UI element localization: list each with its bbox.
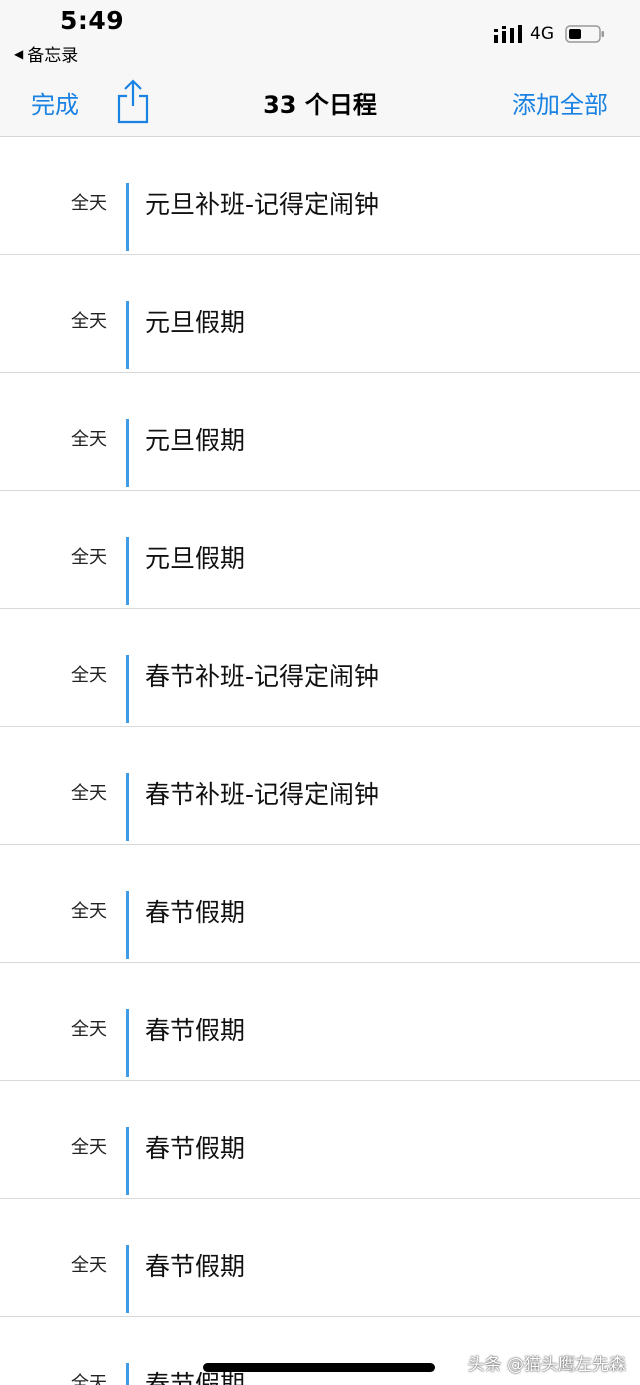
event-row[interactable]: 全天 春节补班-记得定闹钟 <box>0 727 640 845</box>
navigation-bar: 完成 33 个日程 添加全部 <box>0 68 640 137</box>
home-indicator[interactable] <box>203 1363 435 1372</box>
event-time-label: 全天 <box>71 783 107 804</box>
event-time-label: 全天 <box>71 1137 107 1158</box>
event-color-bar <box>126 537 129 605</box>
event-row[interactable]: 全天 春节假期 <box>0 1081 640 1199</box>
back-triangle-icon: ◀ <box>14 46 24 61</box>
event-time-label: 全天 <box>71 1019 107 1040</box>
event-color-bar <box>126 1363 129 1385</box>
event-color-bar <box>126 419 129 487</box>
event-color-bar <box>126 1009 129 1077</box>
event-row[interactable]: 全天 元旦假期 <box>0 491 640 609</box>
event-title: 元旦假期 <box>145 544 246 573</box>
event-list: 全天 元旦补班-记得定闹钟 全天 元旦假期 全天 元旦假期 全天 元旦假期 全天… <box>0 137 640 1385</box>
event-color-bar <box>126 773 129 841</box>
event-color-bar <box>126 1245 129 1313</box>
event-time-label: 全天 <box>71 901 107 922</box>
event-time-label: 全天 <box>71 193 107 214</box>
event-time-label: 全天 <box>71 311 107 332</box>
event-color-bar <box>126 891 129 959</box>
event-time-label: 全天 <box>71 547 107 568</box>
status-time: 5:49 <box>60 6 125 35</box>
event-row[interactable]: 全天 春节假期 <box>0 963 640 1081</box>
event-row[interactable]: 全天 春节假期 <box>0 845 640 963</box>
event-color-bar <box>126 655 129 723</box>
network-type: 4G <box>530 24 554 44</box>
event-time-label: 全天 <box>71 429 107 450</box>
status-bar: 5:49 ◀ 备忘录 4G <box>0 0 640 68</box>
event-title: 春节假期 <box>145 898 246 927</box>
event-title: 春节补班-记得定闹钟 <box>145 662 380 691</box>
event-time-label: 全天 <box>71 1373 107 1385</box>
event-color-bar <box>126 183 129 251</box>
event-time-label: 全天 <box>71 1255 107 1276</box>
event-title: 春节补班-记得定闹钟 <box>145 780 380 809</box>
signal-strength-icon <box>494 25 522 43</box>
event-row[interactable]: 全天 元旦假期 <box>0 255 640 373</box>
event-color-bar <box>126 301 129 369</box>
watermark-text: 头条 @猫头鹰左先森 <box>467 1355 626 1375</box>
event-row[interactable]: 全天 元旦假期 <box>0 373 640 491</box>
event-title: 元旦假期 <box>145 426 246 455</box>
event-row[interactable]: 全天 春节补班-记得定闹钟 <box>0 609 640 727</box>
event-title: 春节假期 <box>145 1252 246 1281</box>
event-time-label: 全天 <box>71 665 107 686</box>
back-to-app-link[interactable]: ◀ 备忘录 <box>14 41 78 66</box>
event-title: 元旦补班-记得定闹钟 <box>145 190 380 219</box>
battery-icon <box>565 25 604 43</box>
back-app-label: 备忘录 <box>27 46 79 66</box>
calendar-import-screen: 5:49 ◀ 备忘录 4G 完成 33 个日程 添加全部 全天 元旦补班-记得定… <box>0 0 640 1385</box>
event-title: 春节假期 <box>145 1016 246 1045</box>
event-row[interactable]: 全天 春节假期 <box>0 1199 640 1317</box>
event-row[interactable]: 全天 元旦补班-记得定闹钟 <box>0 137 640 255</box>
event-color-bar <box>126 1127 129 1195</box>
add-all-button[interactable]: 添加全部 <box>512 85 608 120</box>
event-title: 春节假期 <box>145 1134 246 1163</box>
event-title: 元旦假期 <box>145 308 246 337</box>
